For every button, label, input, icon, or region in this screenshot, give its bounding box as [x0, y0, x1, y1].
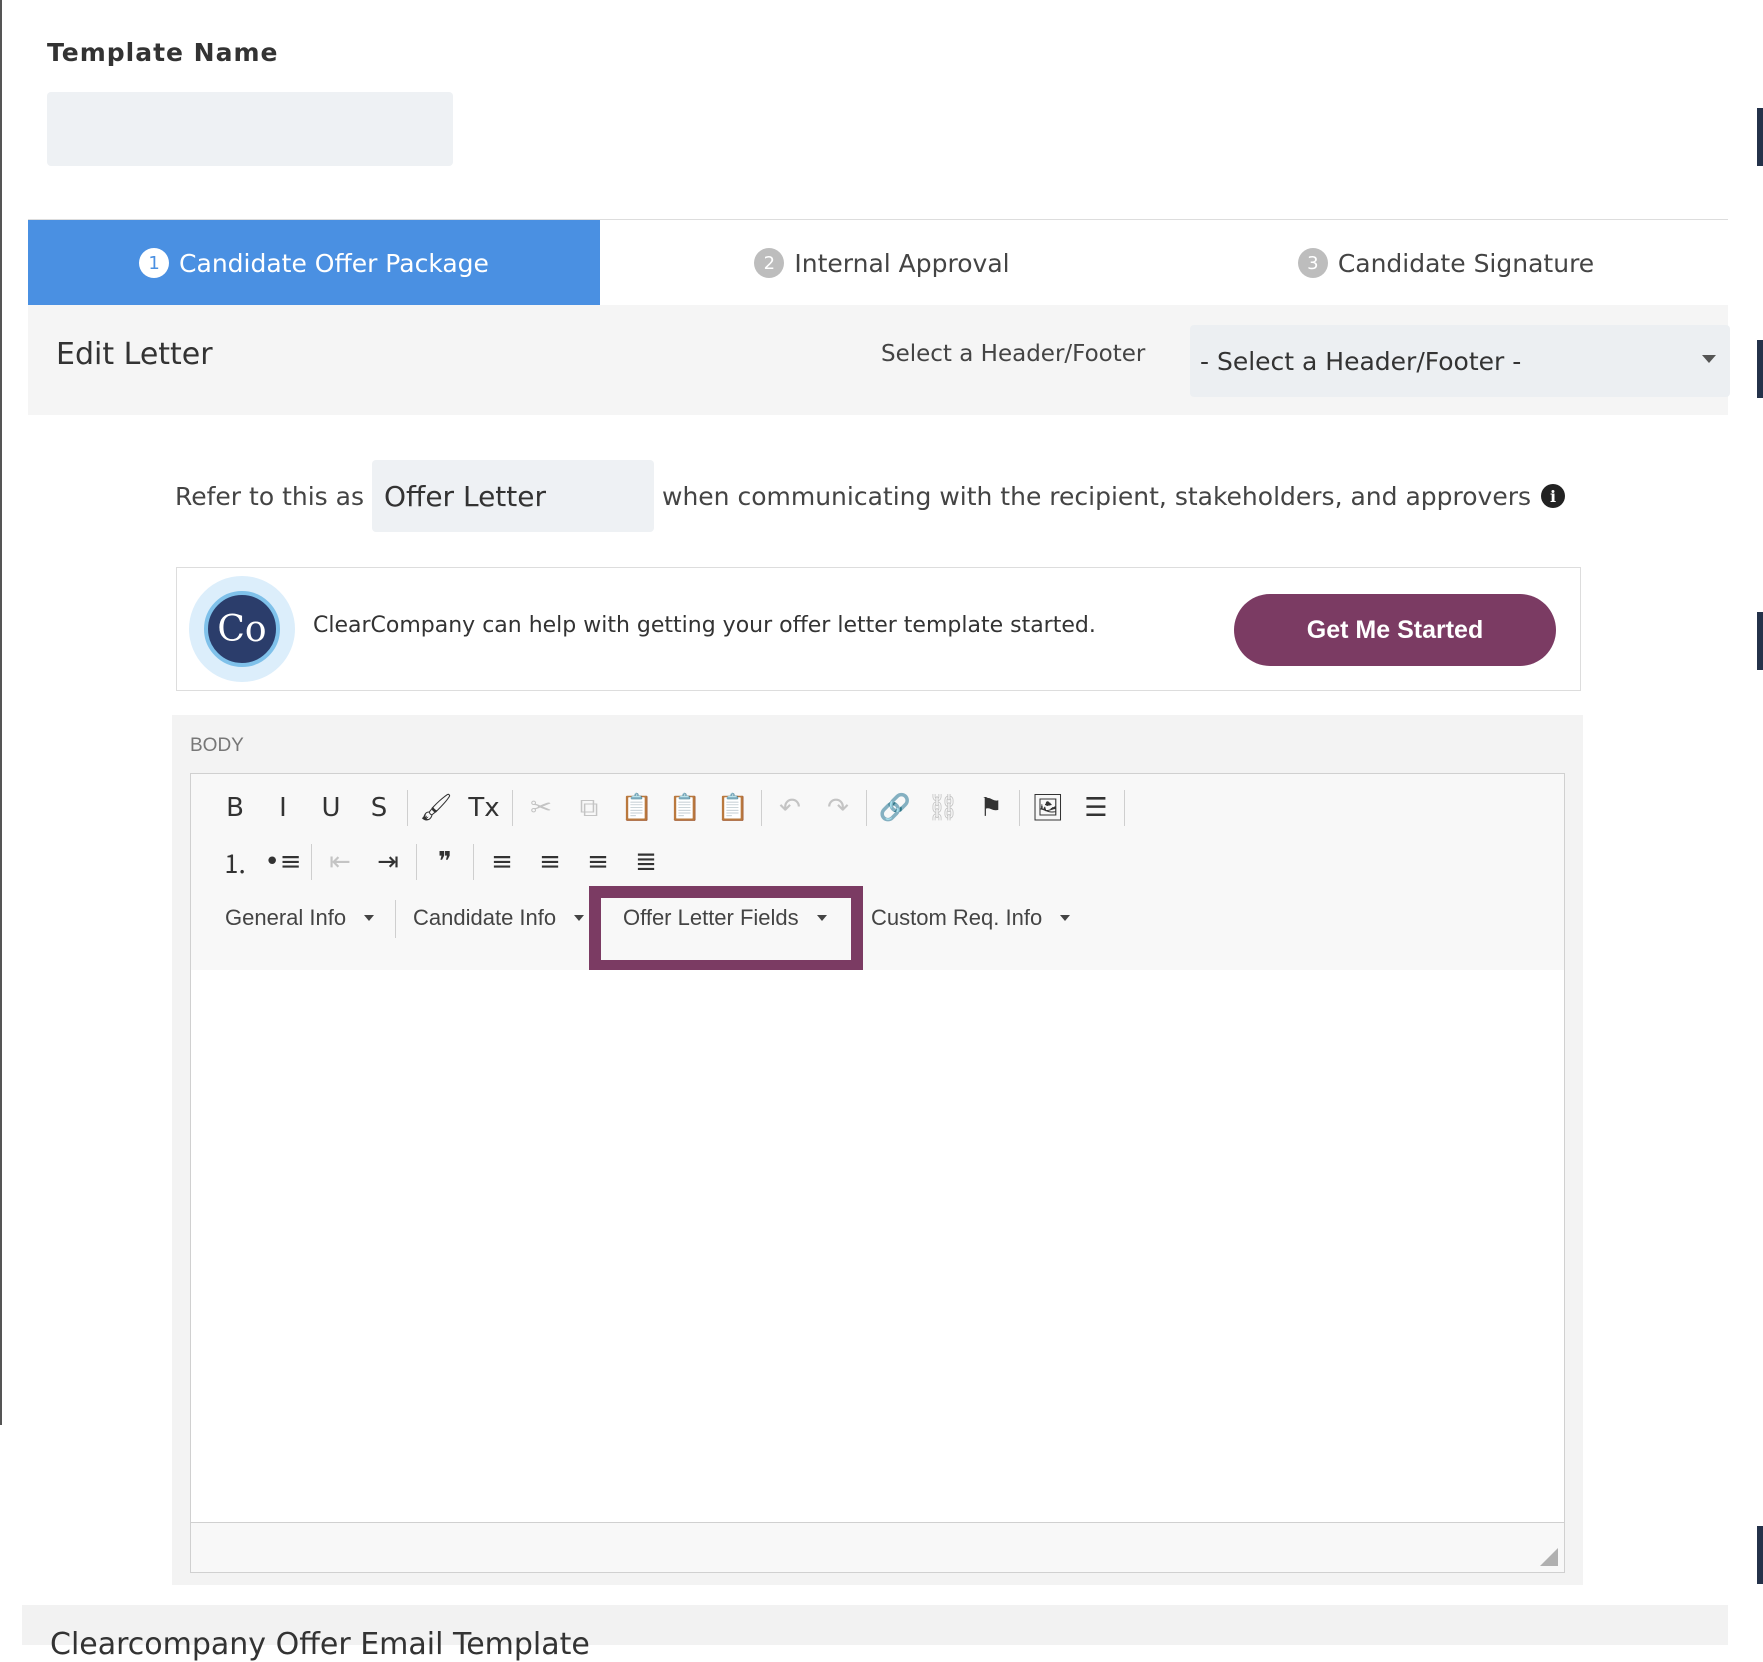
- redo-icon[interactable]: ↷: [814, 784, 862, 832]
- right-edge-strip: [1757, 612, 1763, 670]
- dropdown-label: General Info: [225, 905, 347, 930]
- promo-banner: Co ClearCompany can help with getting yo…: [176, 567, 1581, 691]
- italic-icon[interactable]: I: [259, 784, 307, 832]
- toolbar-row-1: B I U S 🖌 Tx ✂ ⧉ 📋 📋 📋 ↶ ↷ 🔗 ⛓ ⚑ 🖼 ☰: [211, 784, 1129, 832]
- toolbar-separator: [416, 844, 417, 880]
- custom-req-info-dropdown[interactable]: Custom Req. Info: [871, 896, 1071, 940]
- toolbar-separator: [1019, 790, 1020, 826]
- strikethrough-icon[interactable]: S: [355, 784, 403, 832]
- template-name-label: Template Name: [47, 38, 279, 67]
- increase-indent-icon[interactable]: ⇥: [364, 838, 412, 886]
- step-number-badge: 1: [139, 248, 170, 278]
- template-name-input[interactable]: [47, 92, 453, 166]
- step-tabs: 1 Candidate Offer Package 2 Internal App…: [28, 219, 1728, 307]
- get-me-started-button[interactable]: Get Me Started: [1234, 594, 1556, 666]
- align-center-icon[interactable]: ≡: [526, 838, 574, 886]
- align-justify-icon[interactable]: ≣: [622, 838, 670, 886]
- info-icon[interactable]: i: [1541, 484, 1566, 508]
- underline-icon[interactable]: U: [307, 784, 355, 832]
- toolbar-separator: [311, 844, 312, 880]
- body-panel: BODY B I U S 🖌 Tx ✂ ⧉ 📋 📋 📋 ↶ ↷ 🔗 ⛓ ⚑ 🖼 ☰ ⒈ •≡ ⇤ ⇥ ❞ ≡ ≡ ≡ ≣ Gene…: [172, 715, 1583, 1585]
- refer-name-input[interactable]: Offer Letter: [372, 460, 654, 532]
- unlink-icon[interactable]: ⛓: [919, 784, 967, 832]
- bulleted-list-icon[interactable]: •≡: [259, 838, 307, 886]
- format-painter-icon[interactable]: 🖌: [412, 784, 460, 832]
- toolbar-separator: [761, 790, 762, 826]
- link-icon[interactable]: 🔗: [871, 784, 919, 832]
- toolbar-separator: [473, 844, 474, 880]
- blockquote-icon[interactable]: ❞: [421, 838, 469, 886]
- offer-email-section-title: Clearcompany Offer Email Template: [50, 1627, 590, 1662]
- paste-text-icon[interactable]: 📋: [661, 784, 709, 832]
- toolbar-separator: [395, 900, 396, 938]
- highlight-box: [589, 886, 863, 972]
- toolbar-separator: [512, 790, 513, 826]
- copy-icon[interactable]: ⧉: [565, 784, 613, 832]
- right-edge-strip: [1757, 108, 1763, 166]
- resize-handle-icon[interactable]: [1540, 1548, 1558, 1566]
- edit-letter-bar: Edit Letter Select a Header/Footer - Sel…: [28, 305, 1730, 415]
- clearcompany-logo: Co: [189, 576, 295, 682]
- undo-icon[interactable]: ↶: [766, 784, 814, 832]
- dropdown-label: Custom Req. Info: [871, 905, 1043, 930]
- tab-label: Internal Approval: [794, 248, 1010, 278]
- rich-text-editor: B I U S 🖌 Tx ✂ ⧉ 📋 📋 📋 ↶ ↷ 🔗 ⛓ ⚑ 🖼 ☰ ⒈ •≡ ⇤ ⇥ ❞ ≡ ≡ ≡ ≣ General I…: [190, 773, 1565, 1573]
- header-footer-select[interactable]: - Select a Header/Footer -: [1190, 325, 1730, 397]
- window-left-edge: [0, 0, 2, 1425]
- refer-prefix: Refer to this as: [175, 481, 364, 511]
- toolbar-separator: [1124, 790, 1125, 826]
- tab-internal-approval[interactable]: 2 Internal Approval: [600, 220, 1164, 306]
- editor-content-area[interactable]: [191, 970, 1564, 1523]
- tab-candidate-signature[interactable]: 3 Candidate Signature: [1164, 220, 1728, 306]
- horizontal-line-icon[interactable]: ☰: [1072, 784, 1120, 832]
- numbered-list-icon[interactable]: ⒈: [211, 838, 259, 886]
- tab-label: Candidate Offer Package: [179, 248, 489, 278]
- chevron-down-icon: [1702, 355, 1716, 363]
- tab-label: Candidate Signature: [1337, 248, 1595, 278]
- right-edge-strip: [1757, 1526, 1763, 1584]
- promo-text: ClearCompany can help with getting your …: [313, 613, 1096, 638]
- anchor-flag-icon[interactable]: ⚑: [967, 784, 1015, 832]
- caret-down-icon: [574, 915, 585, 921]
- general-info-dropdown[interactable]: General Info: [225, 896, 375, 940]
- right-edge-strip: [1757, 340, 1763, 398]
- cut-icon[interactable]: ✂: [517, 784, 565, 832]
- tab-candidate-offer-package[interactable]: 1 Candidate Offer Package: [28, 220, 600, 306]
- refer-row: Refer to this as Offer Letter when commu…: [175, 460, 1566, 532]
- header-footer-label: Select a Header/Footer: [881, 341, 1146, 367]
- bold-icon[interactable]: B: [211, 784, 259, 832]
- body-label: BODY: [190, 735, 244, 756]
- refer-suffix: when communicating with the recipient, s…: [662, 481, 1532, 511]
- clear-formatting-icon[interactable]: Tx: [460, 784, 508, 832]
- decrease-indent-icon[interactable]: ⇤: [316, 838, 364, 886]
- step-number-badge: 2: [754, 248, 785, 278]
- image-icon[interactable]: 🖼: [1024, 784, 1072, 832]
- caret-down-icon: [364, 915, 375, 921]
- toolbar-separator: [866, 790, 867, 826]
- align-right-icon[interactable]: ≡: [574, 838, 622, 886]
- header-footer-selected-value: - Select a Header/Footer -: [1200, 346, 1522, 376]
- editor-toolbar: B I U S 🖌 Tx ✂ ⧉ 📋 📋 📋 ↶ ↷ 🔗 ⛓ ⚑ 🖼 ☰ ⒈ •≡ ⇤ ⇥ ❞ ≡ ≡ ≡ ≣ General I…: [191, 774, 1564, 972]
- offer-email-section-header: Clearcompany Offer Email Template: [22, 1605, 1728, 1662]
- logo-mark: Co: [204, 591, 280, 667]
- edit-letter-title: Edit Letter: [56, 337, 213, 372]
- paste-icon[interactable]: 📋: [613, 784, 661, 832]
- align-left-icon[interactable]: ≡: [478, 838, 526, 886]
- step-number-badge: 3: [1297, 248, 1328, 278]
- candidate-info-dropdown[interactable]: Candidate Info: [413, 896, 585, 940]
- dropdown-label: Candidate Info: [413, 905, 557, 930]
- toolbar-row-2: ⒈ •≡ ⇤ ⇥ ❞ ≡ ≡ ≡ ≣: [211, 838, 670, 886]
- paste-word-icon[interactable]: 📋: [709, 784, 757, 832]
- caret-down-icon: [1060, 915, 1071, 921]
- toolbar-separator: [407, 790, 408, 826]
